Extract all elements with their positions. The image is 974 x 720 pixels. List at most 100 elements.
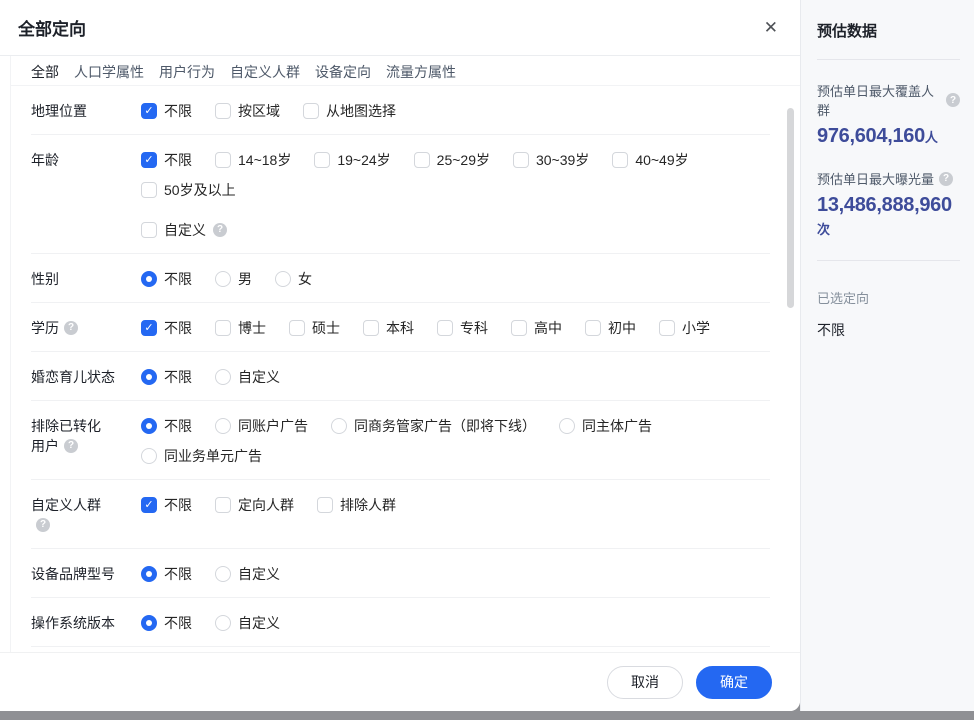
checkbox-icon[interactable]: ✓ — [141, 152, 157, 168]
radio-option-不限[interactable]: 不限 — [141, 367, 192, 387]
row-label-text: 自定义人群 — [31, 495, 101, 515]
checkbox-option-25~29岁[interactable]: 25~29岁 — [414, 150, 490, 170]
checkbox-option-硕士[interactable]: 硕士 — [289, 318, 340, 338]
checkbox-option-50岁及以上[interactable]: 50岁及以上 — [141, 180, 236, 200]
checkbox-icon[interactable] — [215, 103, 231, 119]
radio-option-同业务单元广告[interactable]: 同业务单元广告 — [141, 446, 262, 466]
checkbox-option-小学[interactable]: 小学 — [659, 318, 710, 338]
help-icon[interactable]: ? — [939, 172, 953, 186]
radio-icon[interactable] — [215, 566, 231, 582]
help-icon[interactable]: ? — [64, 439, 78, 453]
close-icon[interactable]: ✕ — [764, 19, 778, 36]
option-label: 自定义 — [238, 613, 280, 633]
checkbox-option-不限[interactable]: ✓不限 — [141, 318, 192, 338]
checkbox-option-排除人群[interactable]: 排除人群 — [317, 495, 396, 515]
checkbox-icon[interactable] — [141, 182, 157, 198]
option-label: 不限 — [164, 613, 192, 633]
checkbox-option-14~18岁[interactable]: 14~18岁 — [215, 150, 291, 170]
metric-impressions-unit: 次 — [817, 222, 830, 237]
radio-option-自定义[interactable]: 自定义 — [215, 613, 280, 633]
tab-用户行为[interactable]: 用户行为 — [159, 62, 215, 82]
radio-option-同主体广告[interactable]: 同主体广告 — [559, 416, 652, 436]
checkbox-option-不限[interactable]: ✓不限 — [141, 101, 192, 121]
radio-option-女[interactable]: 女 — [275, 269, 312, 289]
checkbox-option-19~24岁[interactable]: 19~24岁 — [314, 150, 390, 170]
radio-icon[interactable] — [141, 566, 157, 582]
checkbox-icon[interactable] — [437, 320, 453, 336]
option-label: 自定义 — [238, 367, 280, 387]
row-options: ✓不限 博士 硕士 本科 专科 高中 初中 小学 — [141, 316, 770, 338]
radio-option-自定义[interactable]: 自定义 — [215, 367, 280, 387]
checkbox-option-定向人群[interactable]: 定向人群 — [215, 495, 294, 515]
checkbox-icon[interactable] — [414, 152, 430, 168]
checkbox-option-40~49岁[interactable]: 40~49岁 — [612, 150, 688, 170]
radio-option-男[interactable]: 男 — [215, 269, 252, 289]
checkbox-option-博士[interactable]: 博士 — [215, 318, 266, 338]
radio-icon[interactable] — [215, 615, 231, 631]
tab-全部[interactable]: 全部 — [31, 62, 59, 82]
help-icon[interactable]: ? — [946, 93, 960, 107]
option-label: 40~49岁 — [635, 150, 688, 170]
checkbox-option-按区域[interactable]: 按区域 — [215, 101, 280, 121]
checkbox-icon[interactable] — [363, 320, 379, 336]
help-icon[interactable]: ? — [213, 223, 227, 237]
checkbox-icon[interactable] — [317, 497, 333, 513]
radio-icon[interactable] — [141, 369, 157, 385]
option-label: 不限 — [164, 564, 192, 584]
radio-option-不限[interactable]: 不限 — [141, 564, 192, 584]
radio-option-不限[interactable]: 不限 — [141, 269, 192, 289]
radio-icon[interactable] — [559, 418, 575, 434]
row-label: 地理位置 — [31, 99, 141, 121]
checkbox-icon[interactable] — [215, 152, 231, 168]
help-icon[interactable]: ? — [36, 518, 50, 532]
checkbox-icon[interactable] — [585, 320, 601, 336]
divider — [817, 260, 960, 261]
checkbox-option-本科[interactable]: 本科 — [363, 318, 414, 338]
checkbox-icon[interactable] — [303, 103, 319, 119]
radio-icon[interactable] — [215, 418, 231, 434]
radio-option-同账户广告[interactable]: 同账户广告 — [215, 416, 308, 436]
radio-icon[interactable] — [275, 271, 291, 287]
help-icon[interactable]: ? — [64, 321, 78, 335]
radio-icon[interactable] — [141, 418, 157, 434]
cancel-button[interactable]: 取消 — [607, 666, 683, 699]
radio-option-自定义[interactable]: 自定义 — [215, 564, 280, 584]
radio-icon[interactable] — [141, 271, 157, 287]
checkbox-option-高中[interactable]: 高中 — [511, 318, 562, 338]
row-label-text: 设备品牌型号 — [31, 564, 115, 584]
radio-icon[interactable] — [141, 615, 157, 631]
metric-coverage-number: 976,604,160 — [817, 125, 925, 147]
confirm-button[interactable]: 确定 — [696, 666, 772, 699]
checkbox-option-不限[interactable]: ✓不限 — [141, 150, 192, 170]
tab-人口学属性[interactable]: 人口学属性 — [74, 62, 144, 82]
checkbox-icon[interactable] — [612, 152, 628, 168]
radio-icon[interactable] — [215, 369, 231, 385]
checkbox-option-从地图选择[interactable]: 从地图选择 — [303, 101, 396, 121]
tab-流量方属性[interactable]: 流量方属性 — [386, 62, 456, 82]
checkbox-icon[interactable]: ✓ — [141, 320, 157, 336]
checkbox-icon[interactable] — [511, 320, 527, 336]
checkbox-option-30~39岁[interactable]: 30~39岁 — [513, 150, 589, 170]
checkbox-option-不限[interactable]: ✓不限 — [141, 495, 192, 515]
radio-option-不限[interactable]: 不限 — [141, 613, 192, 633]
radio-option-同商务管家广告（即将下线）[interactable]: 同商务管家广告（即将下线） — [331, 416, 536, 436]
checkbox-icon[interactable]: ✓ — [141, 497, 157, 513]
checkbox-icon[interactable] — [215, 320, 231, 336]
checkbox-option-专科[interactable]: 专科 — [437, 318, 488, 338]
tab-自定义人群[interactable]: 自定义人群 — [230, 62, 300, 82]
checkbox-icon[interactable] — [314, 152, 330, 168]
checkbox-icon[interactable] — [215, 497, 231, 513]
checkbox-icon[interactable] — [289, 320, 305, 336]
checkbox-icon[interactable] — [659, 320, 675, 336]
radio-icon[interactable] — [215, 271, 231, 287]
checkbox-option-初中[interactable]: 初中 — [585, 318, 636, 338]
radio-icon[interactable] — [141, 448, 157, 464]
tab-设备定向[interactable]: 设备定向 — [315, 62, 371, 82]
radio-icon[interactable] — [331, 418, 347, 434]
checkbox-icon[interactable]: ✓ — [141, 103, 157, 119]
scrollbar-thumb[interactable] — [787, 108, 794, 308]
checkbox-icon[interactable] — [141, 222, 157, 238]
radio-option-不限[interactable]: 不限 — [141, 416, 192, 436]
checkbox-option-自定义[interactable]: 自定义? — [141, 220, 227, 240]
checkbox-icon[interactable] — [513, 152, 529, 168]
